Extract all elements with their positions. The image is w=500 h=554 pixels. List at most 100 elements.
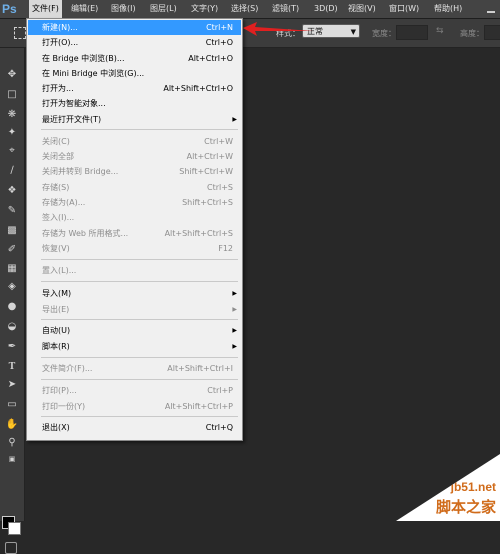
- menu-view[interactable]: 视图(V): [348, 0, 376, 18]
- watermark-site: jb51.net: [450, 480, 496, 494]
- menu-item-file-info[interactable]: 文件简介(F)... Alt+Shift+Ctrl+I: [28, 361, 241, 376]
- menu-separator: [41, 319, 238, 320]
- path-selection-tool-icon[interactable]: ➤: [4, 378, 20, 392]
- menu-item-save-as[interactable]: 存储为(A)... Shift+Ctrl+S: [28, 195, 241, 210]
- menu-item-label: 存储(S): [42, 183, 70, 192]
- menu-item-browse-in-bridge[interactable]: 在 Bridge 中浏览(B)... Alt+Ctrl+O: [28, 51, 241, 66]
- menu-item-label: 关闭全部: [42, 152, 74, 161]
- menu-item-open-as-smart-object[interactable]: 打开为智能对象...: [28, 96, 241, 111]
- menu-item-label: 签入(I)...: [42, 213, 75, 222]
- menu-item-print[interactable]: 打印(P)... Ctrl+P: [28, 383, 241, 398]
- default-colors-icon[interactable]: ▣: [4, 452, 20, 466]
- zoom-tool-icon[interactable]: ⚲: [4, 436, 20, 450]
- height-input[interactable]: [484, 25, 500, 40]
- menu-item-shortcut: Shift+Ctrl+S: [182, 198, 233, 207]
- menu-edit[interactable]: 编辑(E): [71, 0, 98, 18]
- menu-item-shortcut: F12: [218, 244, 233, 253]
- menu-item-scripts[interactable]: 脚本(R) ▶: [28, 339, 241, 354]
- watermark-text: 脚本之家: [435, 498, 496, 516]
- menu-help[interactable]: 帮助(H): [434, 0, 462, 18]
- menu-item-check-in[interactable]: 签入(I)...: [28, 210, 241, 225]
- menu-item-recent-files[interactable]: 最近打开文件(T) ▶: [28, 112, 241, 127]
- dodge-tool-icon[interactable]: ◒: [4, 320, 20, 334]
- menu-file[interactable]: 文件(F): [29, 0, 62, 18]
- menu-item-open[interactable]: 打开(O)... Ctrl+O: [28, 35, 241, 50]
- hand-tool-icon[interactable]: ✋: [4, 418, 20, 432]
- menu-item-save[interactable]: 存储(S) Ctrl+S: [28, 180, 241, 195]
- menu-layer[interactable]: 图层(L): [150, 0, 177, 18]
- crop-tool-icon[interactable]: ⌖: [4, 144, 20, 158]
- menu-item-label: 打印(P)...: [42, 386, 77, 395]
- menu-separator: [41, 281, 238, 282]
- background-color-swatch[interactable]: [8, 522, 21, 535]
- minimize-icon[interactable]: [486, 2, 496, 16]
- menu-filter[interactable]: 滤镜(T): [272, 0, 299, 18]
- eyedropper-tool-icon[interactable]: ∕: [4, 164, 20, 178]
- chevron-down-icon: ▼: [350, 28, 356, 36]
- menu-window[interactable]: 窗口(W): [389, 0, 419, 18]
- menu-item-label: 打开为...: [42, 84, 74, 93]
- move-tool-icon[interactable]: ✥: [4, 68, 20, 82]
- menu-item-label: 自动(U): [42, 326, 71, 335]
- menu-item-shortcut: Shift+Ctrl+W: [179, 167, 233, 176]
- menu-item-close-all[interactable]: 关闭全部 Alt+Ctrl+W: [28, 149, 241, 164]
- menu-item-label: 关闭并转到 Bridge...: [42, 167, 119, 176]
- menu-item-shortcut: Alt+Shift+Ctrl+P: [164, 402, 233, 411]
- swap-icon[interactable]: ⇆: [436, 26, 444, 36]
- width-label: 宽度：: [372, 29, 396, 38]
- menu-item-shortcut: Ctrl+S: [206, 183, 233, 192]
- file-menu-dropdown: 新建(N)... Ctrl+N 打开(O)... Ctrl+O 在 Bridge…: [26, 18, 243, 441]
- submenu-arrow-icon: ▶: [232, 343, 237, 350]
- width-input[interactable]: [396, 25, 428, 40]
- submenu-arrow-icon: ▶: [232, 290, 237, 297]
- menu-3d[interactable]: 3D(D): [314, 0, 338, 18]
- brush-tool-icon[interactable]: ✎: [4, 204, 20, 218]
- tools-panel: ✥ □ ❋ ✦ ⌖ ∕ ❖ ✎ ▩ ✐ ▦ ◈ ● ◒ ✒ T ➤ ▭ ✋ ⚲ …: [0, 48, 25, 554]
- pen-tool-icon[interactable]: ✒: [4, 340, 20, 354]
- menu-item-place[interactable]: 置入(L)...: [28, 263, 241, 278]
- watermark: jb51.net 脚本之家: [396, 454, 500, 521]
- menu-item-label: 置入(L)...: [42, 266, 77, 275]
- type-tool-icon[interactable]: T: [4, 360, 20, 374]
- healing-brush-tool-icon[interactable]: ❖: [4, 184, 20, 198]
- menu-item-label: 关闭(C): [42, 137, 70, 146]
- menu-item-close[interactable]: 关闭(C) Ctrl+W: [28, 134, 241, 149]
- menu-item-export[interactable]: 导出(E) ▶: [28, 302, 241, 317]
- menu-item-new[interactable]: 新建(N)... Ctrl+N: [28, 20, 241, 35]
- history-brush-tool-icon[interactable]: ✐: [4, 243, 20, 257]
- menu-item-open-as[interactable]: 打开为... Alt+Shift+Ctrl+O: [28, 81, 241, 96]
- quick-mask-icon[interactable]: [5, 542, 17, 554]
- submenu-arrow-icon: ▶: [232, 116, 237, 123]
- submenu-arrow-icon: ▶: [232, 327, 237, 334]
- height-label: 高度：: [460, 29, 484, 38]
- menu-separator: [41, 129, 238, 130]
- menu-item-label: 导出(E): [42, 305, 70, 314]
- menu-item-exit[interactable]: 退出(X) Ctrl+Q: [28, 420, 241, 435]
- gradient-tool-icon[interactable]: ◈: [4, 280, 20, 294]
- clone-stamp-tool-icon[interactable]: ▩: [4, 224, 20, 238]
- rectangular-marquee-icon[interactable]: [14, 27, 26, 39]
- menu-select[interactable]: 选择(S): [231, 0, 258, 18]
- menu-item-save-for-web[interactable]: 存储为 Web 所用格式... Alt+Shift+Ctrl+S: [28, 226, 241, 241]
- lasso-tool-icon[interactable]: ❋: [4, 108, 20, 122]
- menu-bar: Ps 文件(F) 编辑(E) 图像(I) 图层(L) 文字(Y) 选择(S) 滤…: [0, 0, 500, 19]
- menu-item-print-one-copy[interactable]: 打印一份(Y) Alt+Shift+Ctrl+P: [28, 399, 241, 414]
- marquee-tool-icon[interactable]: □: [4, 88, 20, 102]
- quick-selection-tool-icon[interactable]: ✦: [4, 126, 20, 140]
- menu-image[interactable]: 图像(I): [111, 0, 136, 18]
- blur-tool-icon[interactable]: ●: [4, 300, 20, 314]
- menu-type[interactable]: 文字(Y): [191, 0, 218, 18]
- menu-item-label: 脚本(R): [42, 342, 70, 351]
- rectangle-tool-icon[interactable]: ▭: [4, 398, 20, 412]
- menu-item-automate[interactable]: 自动(U) ▶: [28, 323, 241, 338]
- menu-item-label: 退出(X): [42, 423, 70, 432]
- eraser-tool-icon[interactable]: ▦: [4, 262, 20, 276]
- menu-separator: [41, 416, 238, 417]
- menu-item-import[interactable]: 导入(M) ▶: [28, 286, 241, 301]
- menu-item-shortcut: Alt+Shift+Ctrl+I: [167, 364, 233, 373]
- menu-item-shortcut: Alt+Shift+Ctrl+O: [163, 84, 233, 93]
- menu-item-browse-in-mini-bridge[interactable]: 在 Mini Bridge 中浏览(G)...: [28, 66, 241, 81]
- menu-item-revert[interactable]: 恢复(V) F12: [28, 241, 241, 256]
- menu-item-close-and-go-to-bridge[interactable]: 关闭并转到 Bridge... Shift+Ctrl+W: [28, 164, 241, 179]
- menu-item-label: 存储为 Web 所用格式...: [42, 229, 129, 238]
